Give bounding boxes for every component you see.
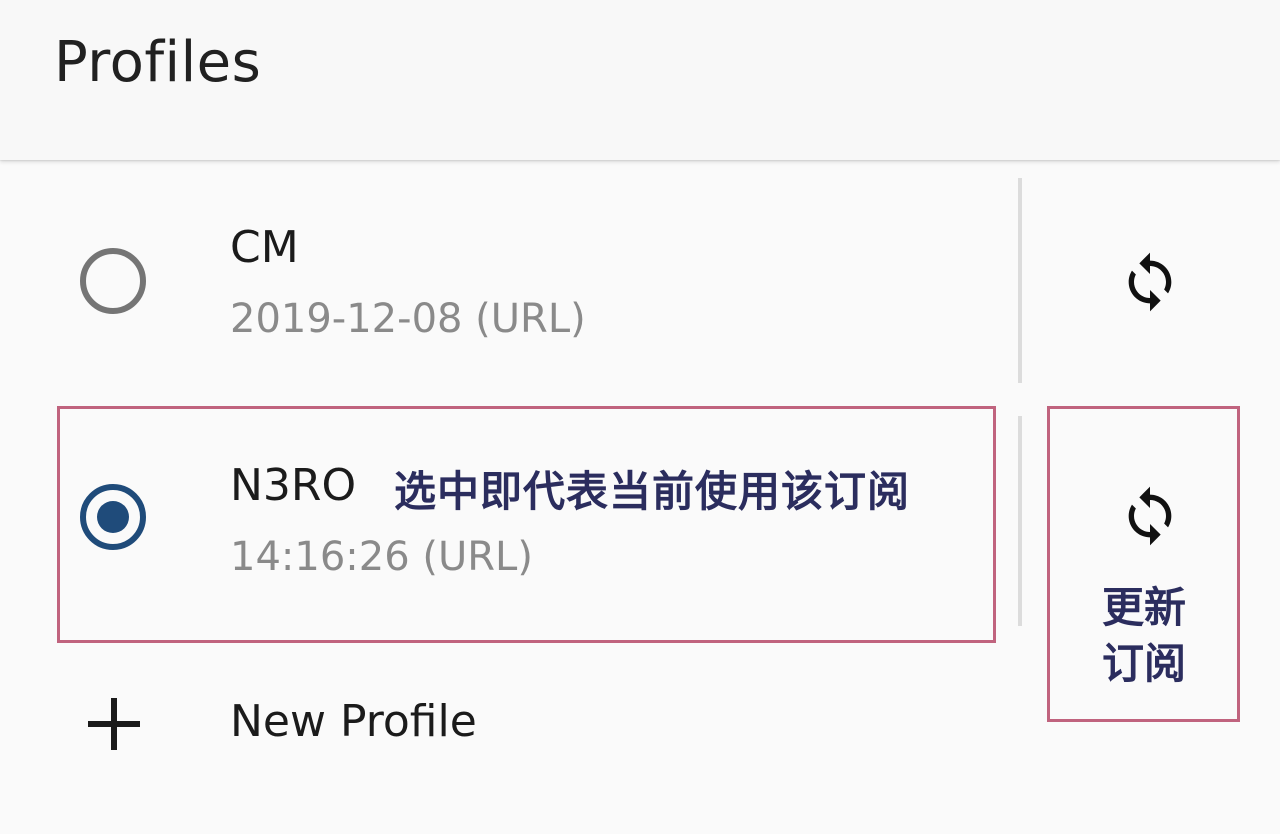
profile-name: CM	[230, 222, 299, 273]
refresh-profile-button[interactable]	[1110, 242, 1190, 322]
page-title: Profiles	[54, 30, 262, 95]
divider	[1018, 416, 1022, 626]
new-profile-label: New Profile	[230, 696, 477, 747]
annotation-update-line2: 订阅	[1101, 639, 1186, 688]
plus-icon	[88, 698, 140, 750]
radio-unselected-icon[interactable]	[80, 248, 146, 314]
annotation-update-note: 更新 订阅	[1062, 580, 1226, 692]
profiles-screen: Profiles CM 2019-12-08 (URL) N3RO 14:16:…	[0, 0, 1280, 834]
divider	[1018, 178, 1022, 383]
annotation-box-selected-profile	[57, 406, 996, 643]
profile-updated-time: 2019-12-08 (URL)	[230, 296, 586, 342]
new-profile-button[interactable]: New Profile	[0, 680, 1000, 770]
sync-icon	[1128, 252, 1172, 312]
annotation-select-note: 选中即代表当前使用该订阅	[394, 467, 911, 516]
app-bar: Profiles	[0, 0, 1280, 160]
profile-row-cm[interactable]: CM 2019-12-08 (URL)	[0, 178, 1280, 383]
annotation-update-line1: 更新	[1101, 583, 1186, 632]
